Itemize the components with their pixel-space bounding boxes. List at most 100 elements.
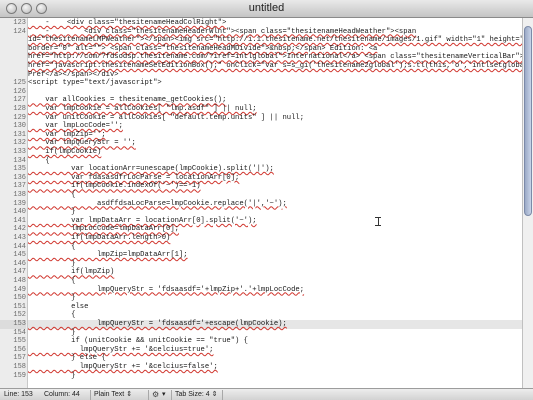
code-line[interactable]: { — [28, 191, 522, 200]
code-area[interactable]: - <div class="thesitenameHeadColRight"> … — [28, 18, 522, 388]
code-line-text: <script type="text/javascript"> — [28, 79, 162, 88]
code-line-text: var lmpDataArr = locationArr[0].split('~… — [28, 216, 257, 225]
code-line[interactable]: } else { — [28, 354, 522, 363]
code-line[interactable]: href="http://com/?fdsodsp.thesitename.co… — [28, 53, 522, 62]
code-line-text: } — [28, 371, 76, 380]
status-divider — [171, 390, 172, 400]
line-number: 142 — [13, 225, 26, 234]
line-number: 146 — [13, 259, 26, 268]
code-line[interactable]: var lmpCookie = allCookies[ "lmp.asdf" ]… — [28, 105, 522, 114]
code-line-text: var locationArr=unescape(lmpCookie).spli… — [28, 165, 274, 174]
code-line-text: var lmpZip=''; — [28, 130, 106, 139]
code-line[interactable]: } — [28, 294, 522, 303]
line-number: 126 — [13, 87, 26, 96]
code-line[interactable]: Pref</a></span></div> — [28, 71, 522, 80]
line-number: 144 — [13, 242, 26, 251]
status-divider — [148, 390, 149, 400]
code-line-text: { — [28, 277, 76, 285]
code-line[interactable]: { — [28, 157, 522, 166]
gear-icon[interactable]: ⚙ — [152, 390, 159, 399]
code-line-text: lmpQueryStr = 'fdsaasdf='+lmpZip+'.'+lmp… — [28, 285, 305, 294]
code-line-text: asdffdsaLocParse=lmpCookie.replace('|','… — [28, 199, 287, 208]
code-line[interactable]: lmpQueryStr = 'fdsaasdf='+lmpZip+'.'+lmp… — [28, 286, 522, 295]
code-line-text: } else { — [28, 354, 106, 363]
code-line[interactable]: if (unitCookie && unitCookie == "true") … — [28, 337, 522, 346]
line-number: 141 — [13, 216, 26, 225]
text-editor[interactable]: 123 124 125 126 127 128 129 130 131 132 133 134 135 1… — [0, 18, 533, 388]
line-number: 134 — [13, 156, 26, 165]
line-number: 157 — [13, 354, 26, 363]
line-number: 124 — [13, 27, 26, 36]
code-line-text: var allCookies = thesitename_getCookies(… — [28, 96, 227, 105]
code-line-text: var lmpQueryStr = ''; — [28, 139, 136, 148]
line-number: 143 — [13, 234, 26, 242]
code-line[interactable]: { — [28, 311, 522, 320]
code-line[interactable]: { — [28, 243, 522, 252]
code-line[interactable]: { — [28, 277, 522, 286]
code-line-text: lmpQueryStr += '&celcius=false'; — [28, 363, 218, 371]
code-line[interactable]: var lmpQueryStr = ''; — [28, 139, 522, 148]
code-line[interactable]: var lmpLocCode=''; — [28, 122, 522, 131]
column-label: Column: — [44, 391, 71, 398]
code-line[interactable]: - <div class="thesitenameHeadColRight"> — [28, 19, 522, 28]
status-bar: Line: 153 Column: 44 Plain Text ⇕ ⚙ ▾ Ta… — [0, 388, 533, 400]
code-line[interactable]: } — [28, 208, 522, 217]
vertical-scrollbar[interactable] — [522, 18, 533, 388]
line-number: 149 — [13, 285, 26, 294]
line-number — [0, 45, 26, 54]
code-line[interactable]: var unitCookie = allCookies[ "default.te… — [28, 114, 522, 123]
title-bar[interactable]: untitled — [0, 0, 533, 18]
code-line-text: href="javascript:thesitenameSetEditionBo… — [28, 62, 522, 70]
line-number-gutter[interactable]: 123 124 125 126 127 128 129 130 131 132 133 134 135 1… — [0, 18, 28, 388]
code-line[interactable]: } — [28, 329, 522, 338]
i-beam-cursor-icon — [375, 217, 381, 226]
code-line[interactable]: href="javascript:thesitenameSetEditionBo… — [28, 62, 522, 71]
code-line-text: { — [28, 191, 76, 199]
chevron-up-down-icon: ⇕ — [211, 391, 218, 398]
code-line[interactable]: lmpLocCode=lmpDataArr[0]; — [28, 225, 522, 234]
line-value: 153 — [21, 391, 33, 398]
code-line-text: - <div class="thesitenameHeadColRight"> — [28, 19, 227, 27]
code-line[interactable]: lmpZip=lmpDataArr[1]; — [28, 251, 522, 260]
gear-menu-chevron-icon[interactable]: ▾ — [162, 391, 166, 400]
line-number: 150 — [13, 294, 26, 303]
tab-size-label: Tab Size: — [175, 391, 204, 398]
line-number — [0, 71, 26, 80]
status-divider — [90, 390, 91, 400]
code-line-text: } — [28, 328, 76, 337]
code-line-text: { — [28, 311, 76, 320]
window-title: untitled — [248, 2, 285, 14]
line-number: 145 — [13, 251, 26, 260]
scrollbar-thumb[interactable] — [524, 26, 532, 216]
current-code-line[interactable]: lmpQueryStr = 'fdsaasdf='+escape(lmpCook… — [28, 320, 522, 329]
syntax-selector[interactable]: Plain Text ⇕ — [94, 391, 132, 400]
tab-size-selector[interactable]: Tab Size: 4 ⇕ — [175, 391, 217, 400]
code-line[interactable]: else — [28, 303, 522, 312]
line-number: 138 — [13, 191, 26, 199]
line-number: 156 — [13, 345, 26, 354]
code-line[interactable]: id="thesitenameLMPWeather"></span><img s… — [28, 36, 522, 45]
line-number: 130 — [13, 122, 26, 131]
code-line[interactable]: var allCookies = thesitename_getCookies(… — [28, 96, 522, 105]
code-line[interactable]: - <div class="thesitenameHeaderWlnt"><sp… — [28, 28, 522, 37]
code-line[interactable]: lmpQueryStr += '&celcius=false'; — [28, 363, 522, 372]
code-line-text: } — [28, 208, 76, 217]
line-number: 139 — [13, 199, 26, 208]
code-line[interactable]: <script type="text/javascript"> — [28, 79, 522, 88]
code-line[interactable]: if(lmpZip) — [28, 268, 522, 277]
code-line[interactable]: if(lmpDataArr.length>0) — [28, 234, 522, 243]
line-number: 151 — [13, 302, 26, 311]
code-line[interactable]: } — [28, 372, 522, 381]
code-line[interactable]: if(lmpCookie) — [28, 148, 522, 157]
line-number: 133 — [13, 148, 26, 156]
line-number — [0, 36, 26, 45]
line-number: 131 — [13, 130, 26, 139]
editor-window: untitled 123 124 125 126 127 128 129 130 131 132 1… — [0, 0, 533, 400]
code-line[interactable]: if(lmpCookie.indexOf('~')==-1) — [28, 182, 522, 191]
line-indicator: Line: 153 — [4, 391, 33, 400]
code-line[interactable]: var locationArr=unescape(lmpCookie).spli… — [28, 165, 522, 174]
line-label: Line: — [4, 391, 20, 398]
line-number: 129 — [13, 113, 26, 122]
code-line-text: var lmpCookie = allCookies[ "lmp.asdf" ]… — [28, 105, 257, 113]
code-line[interactable]: asdffdsaLocParse=lmpCookie.replace('|','… — [28, 200, 522, 209]
